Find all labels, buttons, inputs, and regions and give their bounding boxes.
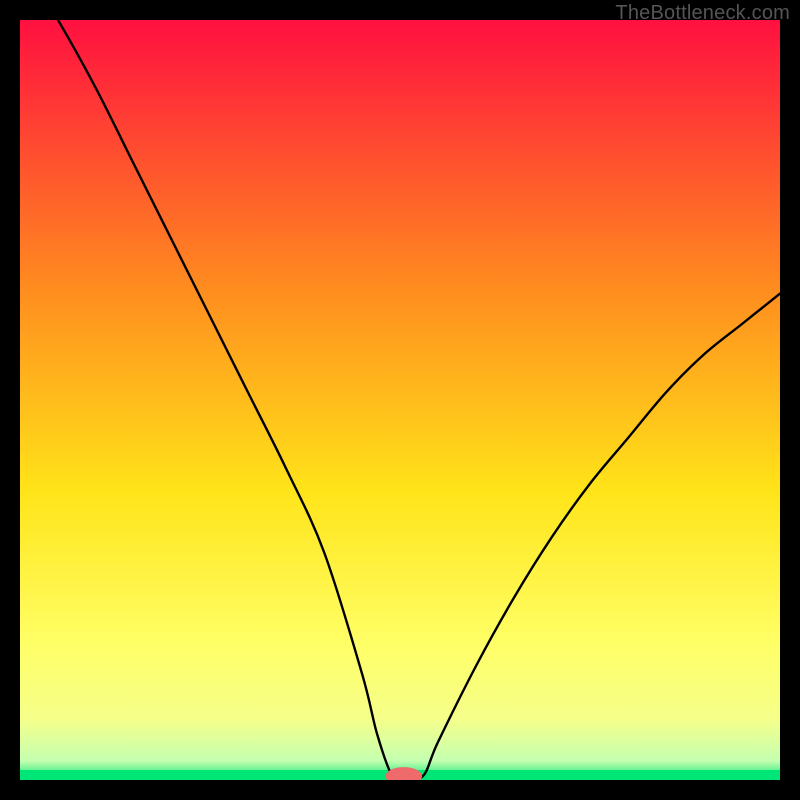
chart-plot-area xyxy=(20,20,780,780)
gradient-background xyxy=(20,20,780,780)
chart-svg xyxy=(20,20,780,780)
attribution-watermark: TheBottleneck.com xyxy=(615,2,790,25)
chart-stage: TheBottleneck.com xyxy=(0,0,800,800)
